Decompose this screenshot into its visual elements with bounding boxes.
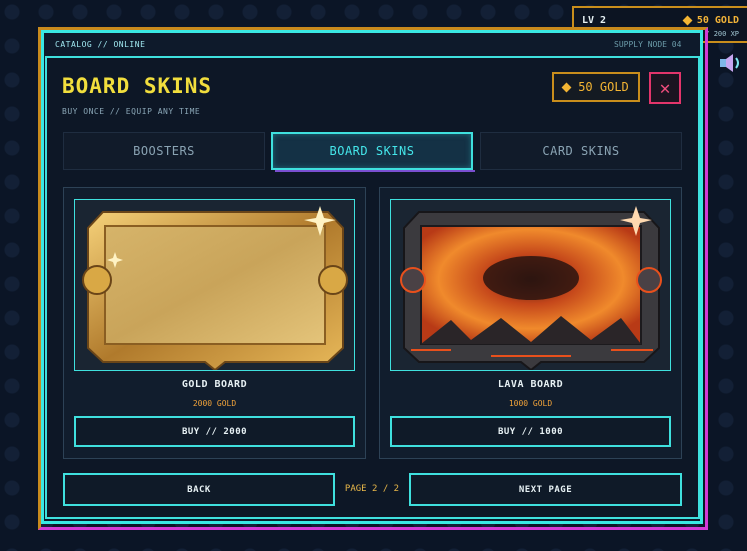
player-gold: 50 GOLD [682,15,739,26]
supply-node-label: SUPPLY NODE 04 [614,40,682,49]
item-card-lava-board: LAVA BOARD 1000 GOLD BUY // 1000 [379,187,682,459]
gold-diamond-icon [561,82,572,92]
back-button[interactable]: BACK [63,473,335,506]
buy-lava-board-button[interactable]: BUY // 1000 [390,416,671,447]
catalog-status-label: CATALOG // ONLINE [55,40,146,49]
next-page-button[interactable]: NEXT PAGE [409,473,682,506]
item-price: 1000 GOLD [508,399,553,408]
page-subtitle: BUY ONCE // EQUIP ANY TIME [62,107,201,116]
page-title: BOARD SKINS [62,74,213,98]
lava-board-preview[interactable] [390,199,671,371]
tab-boosters[interactable]: BOOSTERS [63,132,265,170]
gold-board-art [75,200,354,370]
gold-board-preview[interactable] [74,199,355,371]
item-name: LAVA BOARD [497,379,564,390]
page-indicator: PAGE 2 / 2 [344,484,400,494]
item-card-gold-board: GOLD BOARD 2000 GOLD BUY // 2000 [63,187,366,459]
buy-gold-board-button[interactable]: BUY // 2000 [74,416,355,447]
player-level: LV 2 [582,15,607,26]
tab-card-skins[interactable]: CARD SKINS [480,132,682,170]
gold-diamond-icon [682,15,693,26]
close-button[interactable]: ✕ [649,72,681,104]
item-price: 2000 GOLD [192,399,237,408]
close-icon: ✕ [659,77,671,99]
item-name: GOLD BOARD [181,379,248,390]
speaker-icon[interactable] [719,52,743,74]
lava-board-art [391,200,670,370]
gold-balance-badge: 50 GOLD [552,72,640,102]
tab-board-skins[interactable]: BOARD SKINS [271,132,475,172]
